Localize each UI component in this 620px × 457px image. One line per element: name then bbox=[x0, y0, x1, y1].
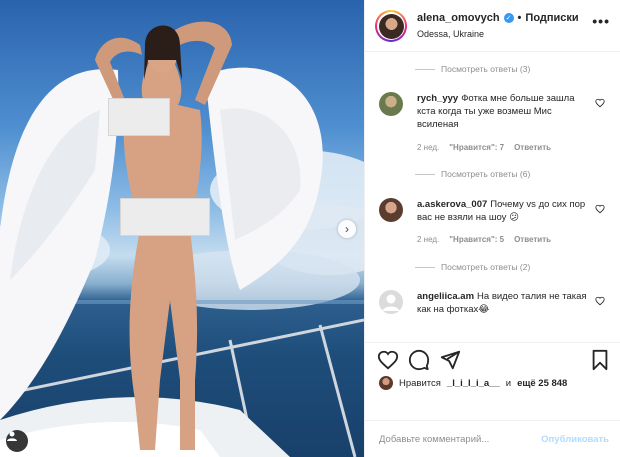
action-bar bbox=[365, 342, 620, 376]
comment-time[interactable]: 2 нед. bbox=[417, 143, 439, 152]
separator-dot: • bbox=[517, 12, 522, 24]
comment-username[interactable]: angeliica.am bbox=[417, 291, 474, 302]
post-header: alena_omovych ✓ • Подписки Odessa, Ukrai… bbox=[365, 0, 620, 52]
comments-list: Посмотреть ответы (3) rych_yyy Фотка мне … bbox=[365, 52, 620, 342]
view-replies-toggle[interactable]: Посмотреть ответы (6) bbox=[415, 169, 530, 179]
comment-username[interactable]: rych_yyy bbox=[417, 93, 458, 104]
comment-text: rych_yyy Фотка мне больше зашла кста когд… bbox=[417, 92, 589, 131]
avatar[interactable] bbox=[379, 290, 403, 314]
emoji-laughing: 😂 bbox=[478, 304, 490, 315]
heart-icon[interactable] bbox=[377, 349, 399, 371]
divider bbox=[415, 68, 435, 70]
heart-icon[interactable] bbox=[595, 204, 605, 214]
post-photo[interactable]: › bbox=[0, 0, 364, 457]
comment-text: angeliica.am На видео талия не такая как … bbox=[417, 290, 589, 316]
comment-item: angeliica.am На видео талия не такая как … bbox=[379, 290, 611, 340]
comment-text: a.askerova_007 Почему vs до сих пор вас н… bbox=[417, 198, 589, 224]
likes-others-link[interactable]: ещё 25 848 bbox=[517, 378, 567, 389]
view-replies-label[interactable]: Посмотреть ответы (2) bbox=[441, 262, 530, 272]
likes-connector: и bbox=[505, 377, 512, 389]
view-replies-toggle[interactable]: Посмотреть ответы (2) bbox=[415, 262, 530, 272]
comment-likes[interactable]: "Нравится": 5 bbox=[449, 235, 504, 244]
divider bbox=[415, 173, 435, 175]
more-options-icon[interactable]: ••• bbox=[592, 13, 610, 29]
author-username[interactable]: alena_omovych bbox=[417, 12, 500, 24]
avatar[interactable] bbox=[379, 376, 393, 390]
comment-icon[interactable] bbox=[408, 349, 430, 371]
view-replies-label[interactable]: Посмотреть ответы (6) bbox=[441, 169, 530, 179]
comment-meta: 2 нед. "Нравится": 7 Ответить bbox=[417, 143, 551, 152]
reply-button[interactable]: Ответить bbox=[514, 143, 551, 152]
emoji-confused: 😕 bbox=[509, 212, 519, 223]
avatar[interactable] bbox=[379, 92, 403, 116]
likes-prefix: Нравится bbox=[399, 377, 441, 389]
comment-time[interactable]: 2 нед. bbox=[417, 235, 439, 244]
comment-item: a.askerova_007 Почему vs до сих пор вас н… bbox=[379, 198, 611, 248]
reply-button[interactable]: Ответить bbox=[514, 235, 551, 244]
comment-username[interactable]: a.askerova_007 bbox=[417, 199, 487, 210]
comment-item: rych_yyy Фотка мне больше зашла кста когд… bbox=[379, 92, 611, 152]
chevron-right-icon[interactable]: › bbox=[338, 220, 356, 238]
censor-box-bottom bbox=[120, 198, 210, 236]
verified-check-icon: ✓ bbox=[503, 13, 514, 23]
heart-icon[interactable] bbox=[595, 296, 605, 306]
avatar[interactable] bbox=[379, 198, 403, 222]
add-comment-bar: Опубликовать bbox=[365, 420, 620, 457]
bookmark-icon[interactable] bbox=[589, 349, 611, 371]
divider bbox=[415, 266, 435, 268]
comment-meta: 2 нед. "Нравится": 5 Ответить bbox=[417, 235, 551, 244]
publish-button[interactable]: Опубликовать bbox=[541, 434, 609, 445]
censor-box-top bbox=[108, 98, 170, 136]
user-tag-icon[interactable] bbox=[6, 430, 28, 452]
likes-summary: Нравится _l_i_l_i_a__ и ещё 25 848 bbox=[379, 376, 567, 390]
post-side-panel: alena_omovych ✓ • Подписки Odessa, Ukrai… bbox=[364, 0, 620, 457]
header-title-row: alena_omovych ✓ • Подписки bbox=[417, 12, 579, 24]
comment-likes[interactable]: "Нравится": 7 bbox=[449, 143, 504, 152]
comment-input[interactable] bbox=[379, 429, 529, 449]
avatar[interactable] bbox=[375, 10, 407, 42]
heart-icon[interactable] bbox=[595, 98, 605, 108]
share-icon[interactable] bbox=[439, 349, 461, 371]
follow-button[interactable]: Подписки bbox=[525, 12, 578, 24]
view-replies-label[interactable]: Посмотреть ответы (3) bbox=[441, 64, 530, 74]
likes-user-link[interactable]: _l_i_l_i_a__ bbox=[447, 378, 500, 389]
location-link[interactable]: Odessa, Ukraine bbox=[417, 29, 484, 39]
view-replies-toggle[interactable]: Посмотреть ответы (3) bbox=[415, 64, 530, 74]
